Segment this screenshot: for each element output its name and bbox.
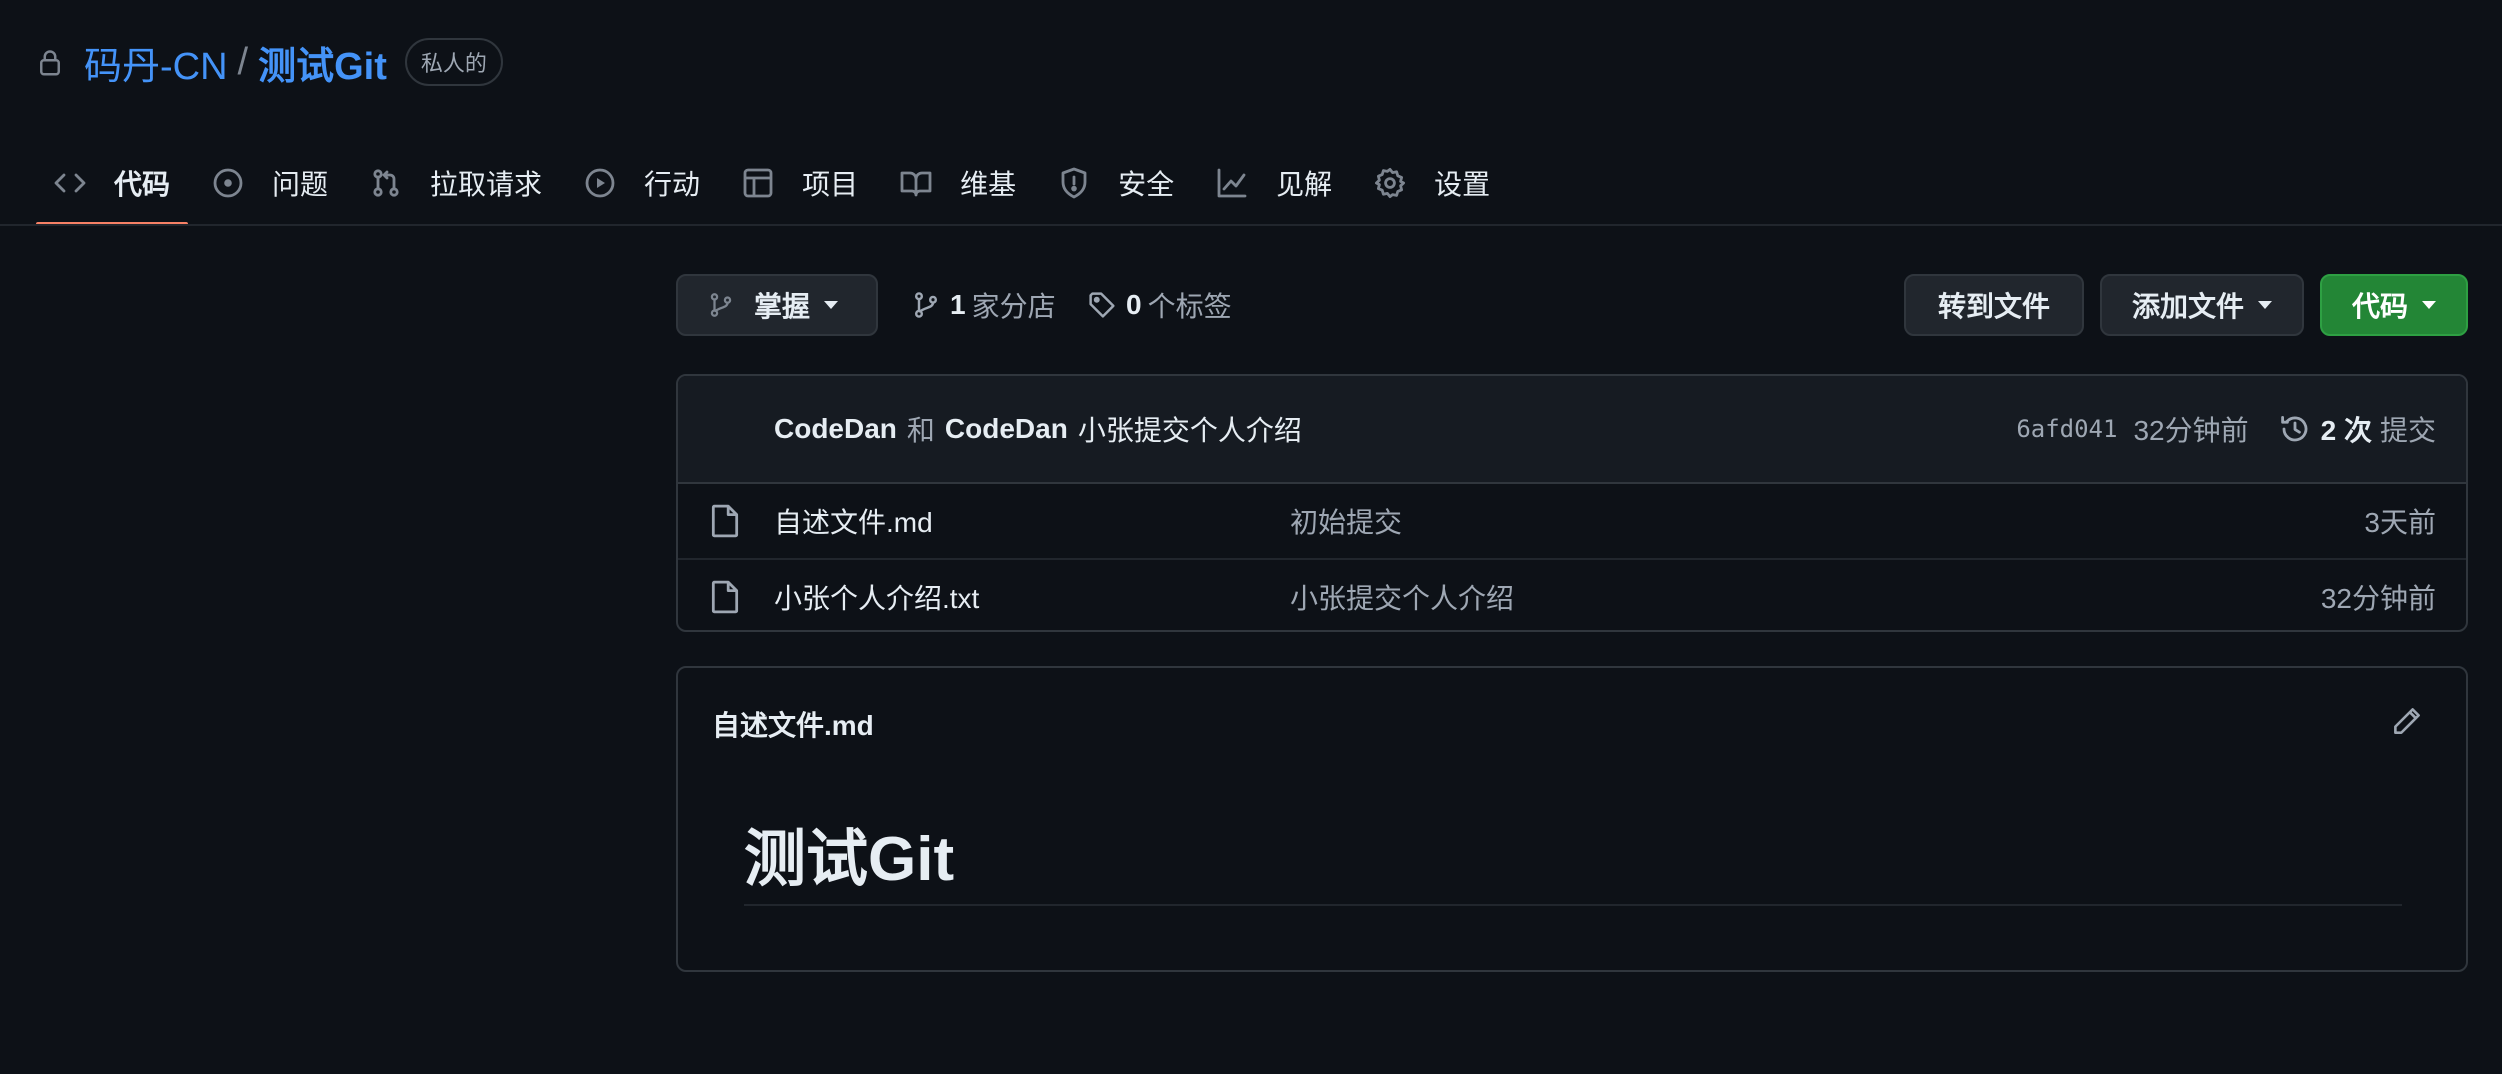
tab-label: 维基 [960,169,1017,200]
repo-name-link[interactable]: 测试Git [258,35,387,90]
graph-icon [1216,167,1248,199]
file-icon [710,580,740,614]
table-row: 小张个人介绍.txt 小张提交个人介绍 32分钟前 [678,560,2466,630]
chevron-down-icon [2258,301,2272,309]
commit-author[interactable]: CodeDan [774,413,897,445]
tab-label: 见解 [1276,169,1333,200]
play-icon [584,167,616,199]
tab-label: 问题 [272,169,329,200]
repo-owner-link[interactable]: 码丹-CN [84,35,228,90]
path-separator: / [237,40,249,83]
latest-commit-bar: CodeDan 和 CodeDan 小张提交个人介绍 6afd041 32分钟前… [678,376,2466,484]
table-icon [742,167,774,199]
file-commit-message[interactable]: 小张提交个人介绍 [1290,577,1514,617]
tag-icon [1088,291,1116,319]
shield-icon [1058,167,1090,199]
branch-name: 掌握 [754,291,811,322]
repo-nav-tabs: 代码 问题 拉取请求 行动 项目 维基 安全 见解 设置 [36,140,1514,226]
tab-label: 安全 [1118,169,1175,200]
tab-security[interactable]: 安全 [1040,140,1192,226]
file-list: CodeDan 和 CodeDan 小张提交个人介绍 6afd041 32分钟前… [676,374,2468,632]
tab-code[interactable]: 代码 [36,140,189,226]
table-row: 自述文件.md 初始提交 3天前 [678,484,2466,560]
readme-panel: 自述文件.md 测试Git [676,666,2468,972]
tab-wiki[interactable]: 维基 [882,140,1034,226]
commit-sha[interactable]: 6afd041 [2016,415,2117,443]
book-icon [900,167,932,199]
heading-divider [744,904,2402,906]
commit-message[interactable]: 小张提交个人介绍 [1078,409,1302,449]
pull-request-icon [370,167,402,199]
tab-label: 代码 [114,169,171,200]
file-commit-time: 3天前 [2364,507,2436,538]
commit-and: 和 [906,415,935,446]
tags-label: 个标签 [1147,291,1232,322]
tab-projects[interactable]: 项目 [724,140,876,226]
tabs-divider [0,224,2502,226]
readme-filename[interactable]: 自述文件.md [712,704,874,744]
commit-count-label: 提交 [2379,415,2436,446]
file-toolbar: 掌握 1 家分店 0 个标签 转到文件 添加文件 代码 [676,274,2468,340]
add-file-button[interactable]: 添加文件 [2100,274,2304,336]
tab-label: 行动 [644,169,701,200]
add-file-label: 添加文件 [2131,291,2244,322]
issue-icon [212,167,244,199]
file-commit-message[interactable]: 初始提交 [1290,501,1402,541]
file-name-link[interactable]: 小张个人介绍.txt [774,577,979,617]
git-branch-icon [708,292,734,318]
commit-coauthor[interactable]: CodeDan [945,413,1068,445]
commit-meta: 6afd041 32分钟前 2 次 提交 [2016,409,2436,449]
branches-label: 家分店 [971,291,1056,322]
repo-header: 码丹-CN / 测试Git 私人的 [36,34,503,90]
commit-history-link[interactable]: 2 次 提交 [2279,409,2436,449]
chevron-down-icon [824,301,839,309]
tab-label: 设置 [1434,169,1491,200]
git-branch-icon [912,291,940,319]
file-icon [710,504,740,538]
file-name-link[interactable]: 自述文件.md [774,501,933,541]
code-button-label: 代码 [2351,291,2408,322]
pencil-icon[interactable] [2392,706,2422,736]
code-button[interactable]: 代码 [2320,274,2468,336]
tab-label: 项目 [802,169,859,200]
branch-select-button[interactable]: 掌握 [676,274,878,336]
file-commit-time: 32分钟前 [2320,583,2436,614]
gear-icon [1374,167,1406,199]
commit-count: 2 次 [2320,415,2372,446]
tab-label: 拉取请求 [430,169,543,200]
tab-settings[interactable]: 设置 [1356,140,1508,226]
commit-time: 32分钟前 [2133,415,2249,446]
tab-issues[interactable]: 问题 [194,140,346,226]
go-to-file-button[interactable]: 转到文件 [1904,274,2084,336]
branches-count: 1 [950,289,966,320]
tab-insights[interactable]: 见解 [1198,140,1350,226]
tab-actions[interactable]: 行动 [566,140,718,226]
lock-icon [36,48,64,76]
branches-link[interactable]: 1 家分店 [912,274,1056,336]
tags-count: 0 [1126,289,1142,320]
tab-pull-requests[interactable]: 拉取请求 [352,140,560,226]
tags-link[interactable]: 0 个标签 [1088,274,1232,336]
visibility-badge: 私人的 [404,38,503,86]
readme-heading: 测试Git [744,825,955,894]
chevron-down-icon [2422,301,2436,309]
history-icon [2279,413,2311,445]
code-icon [54,167,86,199]
